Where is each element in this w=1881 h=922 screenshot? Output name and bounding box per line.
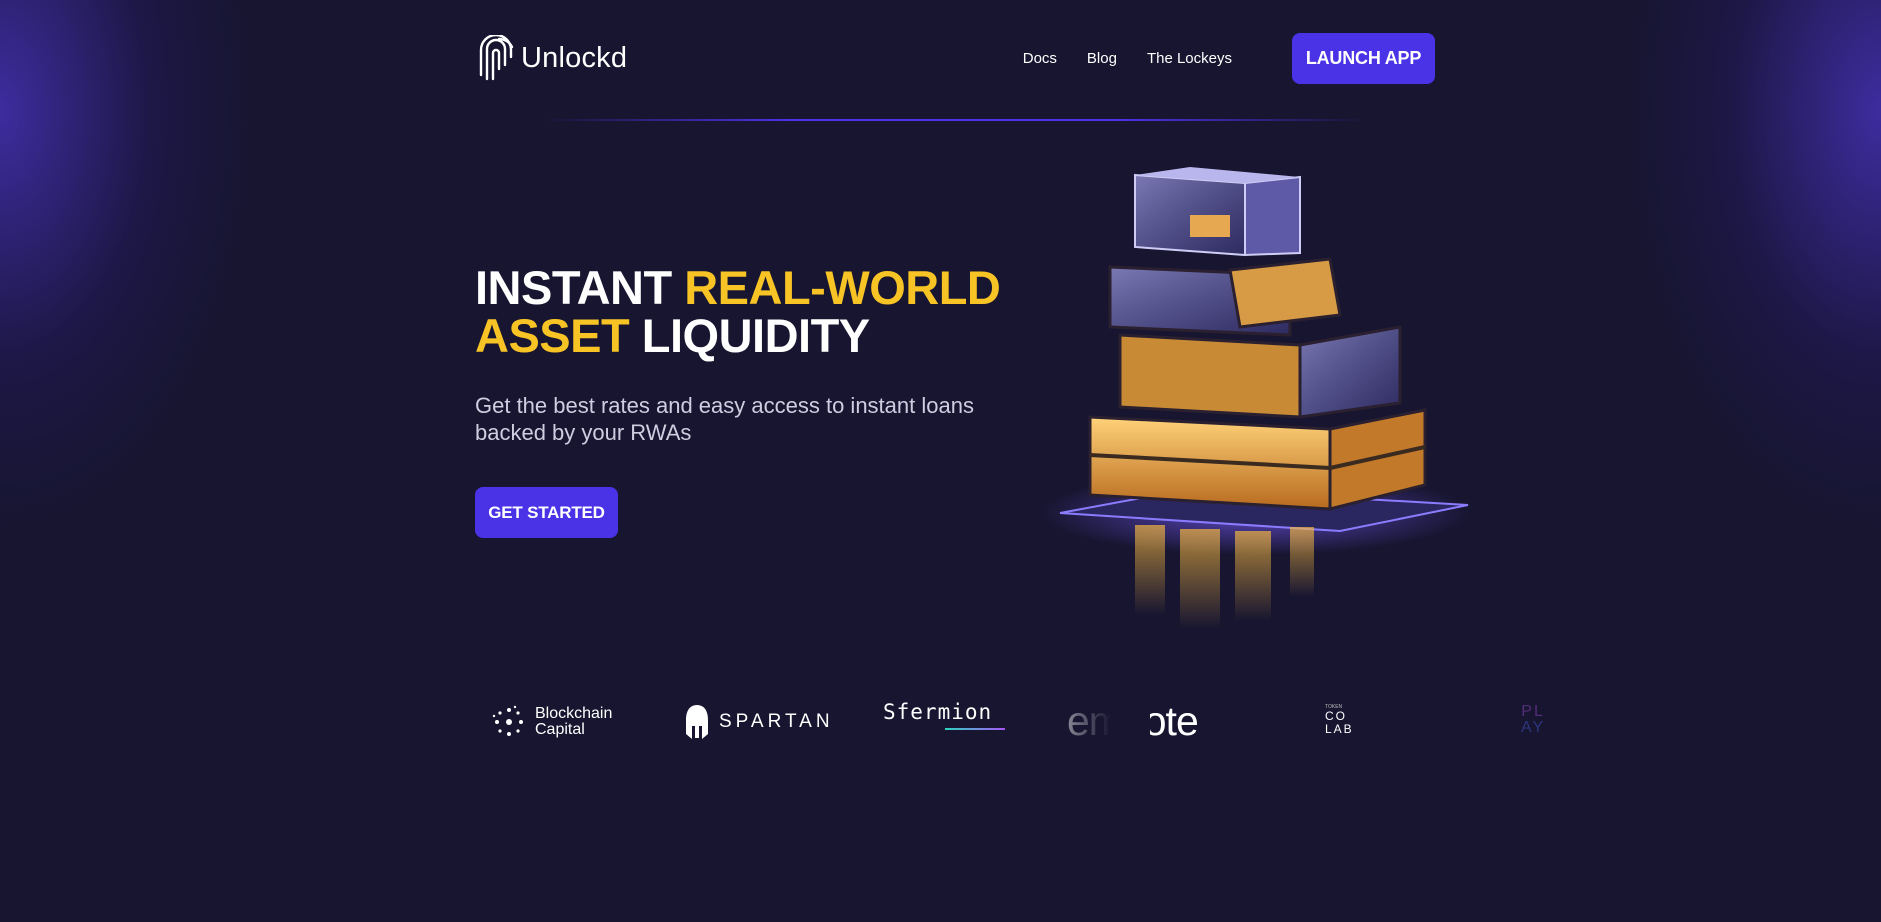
main-nav: Docs Blog The Lockeys LAUNCH APP (1023, 30, 1435, 86)
partner-spartan: SPARTAN (685, 704, 834, 740)
partner-token-colab: TOKEN CO LAB (1325, 704, 1361, 736)
building-illustration (1040, 167, 1470, 629)
logos-fade (1020, 690, 1150, 760)
blockchain-capital-line2: Capital (535, 721, 585, 738)
get-started-button[interactable]: GET STARTED (475, 487, 618, 538)
site-header: Unlockd Docs Blog The Lockeys LAUNCH APP (475, 30, 1435, 86)
unlockd-logo-icon (479, 35, 514, 81)
hero-subtitle: Get the best rates and easy access to in… (475, 393, 974, 445)
hero-title-highlight1: REAL-WORLD (684, 261, 1001, 314)
nav-blog[interactable]: Blog (1087, 50, 1117, 67)
colab-line2: LAB (1325, 722, 1354, 736)
partner-blockchain-capital: Blockchain Capital (491, 704, 612, 740)
hero-title-part1: INSTANT (475, 261, 685, 314)
blockchain-capital-icon (492, 705, 523, 736)
launch-app-button[interactable]: LAUNCH APP (1292, 32, 1435, 84)
partial-logo-line1: PL (1521, 703, 1545, 720)
spartan-text: SPARTAN (719, 711, 834, 732)
partner-sfermion: Sfermion (883, 700, 1005, 730)
sfermion-underline (945, 728, 1005, 730)
blockchain-capital-line1: Blockchain (535, 705, 613, 722)
nav-the-lockeys[interactable]: The Lockeys (1147, 50, 1232, 67)
hero-title-part2: LIQUIDITY (629, 309, 870, 362)
spartan-helmet-icon (686, 705, 708, 739)
header-divider (540, 119, 1370, 121)
logo-text: Unlockd (521, 41, 628, 74)
hero-title: INSTANT REAL-WORLD ASSET LIQUIDITY (475, 264, 1035, 360)
hero-title-highlight2: ASSET (475, 309, 630, 362)
logo-link[interactable]: Unlockd (475, 35, 627, 81)
nav-docs[interactable]: Docs (1023, 50, 1057, 67)
sfermion-text: Sfermion (883, 700, 993, 724)
background-glow (0, 0, 1881, 922)
partial-logo-line2: AY (1521, 719, 1546, 736)
partner-partial: PL AY (1521, 704, 1545, 736)
